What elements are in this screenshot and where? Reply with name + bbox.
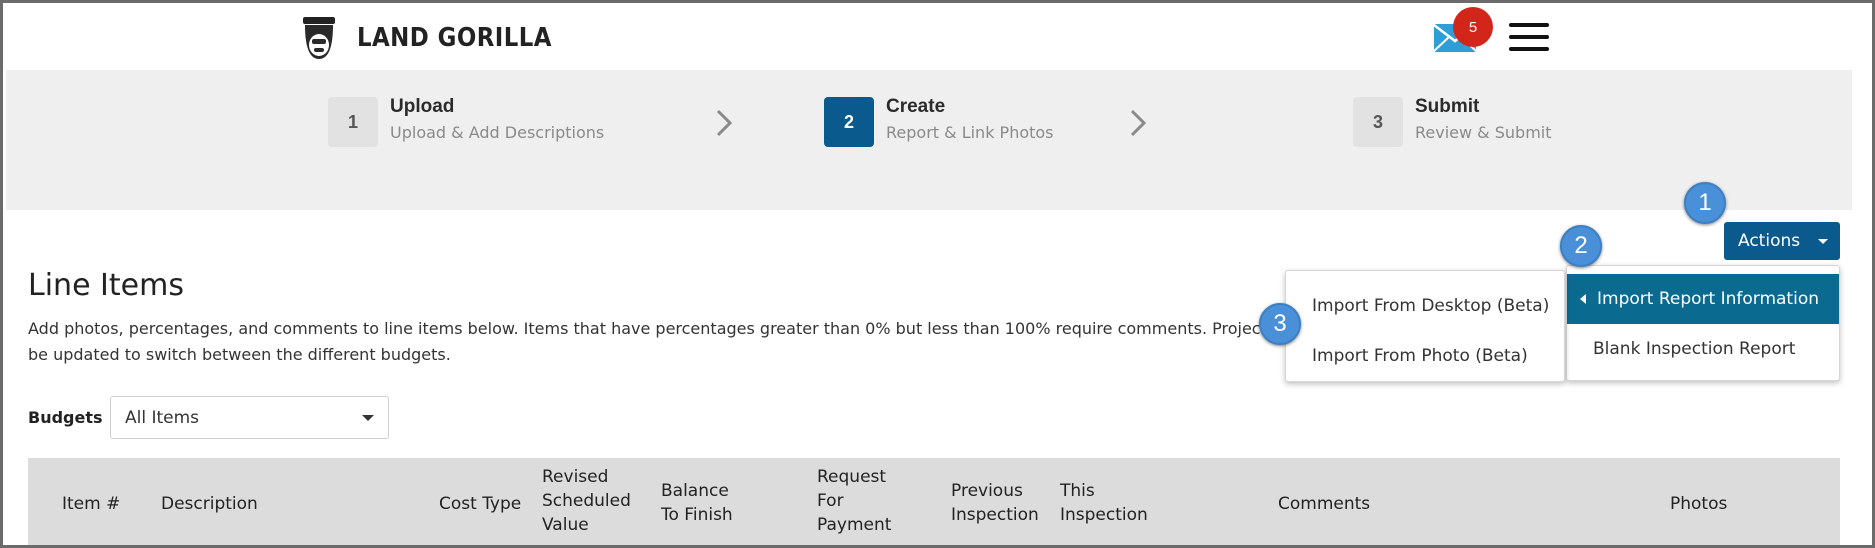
column-header[interactable]: Cost Type <box>439 492 521 516</box>
step-number: 3 <box>1353 97 1403 147</box>
top-bar: LAND GORILLA 5 <box>3 3 1872 70</box>
callout-marker: 1 <box>1684 182 1726 224</box>
app-window: LAND GORILLA 5 1 Upload Upload & Add Des… <box>0 0 1875 548</box>
column-header[interactable]: Description <box>161 492 258 516</box>
column-header[interactable]: This Inspection <box>1060 479 1160 527</box>
step-subtitle: Report & Link Photos <box>886 123 1054 142</box>
step-create[interactable]: 2 Create Report & Link Photos <box>824 94 1054 147</box>
column-header[interactable]: Item # <box>62 492 120 516</box>
progress-stepper: 1 Upload Upload & Add Descriptions 2 Cre… <box>6 70 1852 210</box>
menu-hamburger-icon[interactable] <box>1509 23 1549 51</box>
menu-item-blank-inspection-report[interactable]: Blank Inspection Report <box>1567 324 1839 374</box>
column-header[interactable]: Balance To Finish <box>661 479 751 527</box>
caret-left-icon <box>1580 294 1586 304</box>
step-title: Create <box>886 96 946 117</box>
step-number: 1 <box>328 97 378 147</box>
step-title: Submit <box>1415 96 1480 117</box>
step-upload[interactable]: 1 Upload Upload & Add Descriptions <box>328 94 604 147</box>
column-header[interactable]: Previous Inspection <box>951 479 1051 527</box>
page-description: Add photos, percentages, and comments to… <box>28 316 1298 368</box>
brand-name: LAND GORILLA <box>357 23 552 53</box>
menu-item-label: Blank Inspection Report <box>1593 339 1796 359</box>
menu-item-import-report-information[interactable]: Import Report Information <box>1567 274 1839 324</box>
main-content: Line Items Add photos, percentages, and … <box>6 182 1852 545</box>
step-number: 2 <box>824 97 874 147</box>
actions-button[interactable]: Actions <box>1724 222 1840 260</box>
line-items-table-header: Item # Description Cost Type Revised Sch… <box>28 458 1840 545</box>
page-title: Line Items <box>28 268 184 303</box>
description-line: be updated to switch between the differe… <box>28 345 451 364</box>
budgets-select[interactable]: All Items <box>110 396 389 439</box>
brand-logo[interactable]: LAND GORILLA <box>299 15 578 61</box>
column-header[interactable]: Photos <box>1670 492 1727 516</box>
gorilla-logo-icon <box>303 17 335 59</box>
step-submit[interactable]: 3 Submit Review & Submit <box>1353 94 1552 147</box>
description-line: Add photos, percentages, and comments to… <box>28 319 1298 338</box>
chevron-right-icon <box>1130 109 1147 137</box>
menu-item-import-from-desktop[interactable]: Import From Desktop (Beta) <box>1286 281 1564 331</box>
callout-marker: 3 <box>1259 303 1301 345</box>
chevron-right-icon <box>716 109 733 137</box>
budgets-selected-value: All Items <box>125 407 200 428</box>
mail-count-badge: 5 <box>1453 7 1493 47</box>
menu-item-label: Import From Photo (Beta) <box>1312 346 1528 366</box>
column-header[interactable]: Revised Scheduled Value <box>542 465 642 537</box>
column-header[interactable]: Request For Payment <box>817 465 897 537</box>
column-header[interactable]: Comments <box>1278 492 1370 516</box>
menu-item-import-from-photo[interactable]: Import From Photo (Beta) <box>1286 331 1564 381</box>
step-subtitle: Upload & Add Descriptions <box>390 123 605 142</box>
step-subtitle: Review & Submit <box>1415 123 1552 142</box>
actions-label: Actions <box>1738 231 1801 251</box>
callout-marker: 2 <box>1560 225 1602 267</box>
menu-item-label: Import From Desktop (Beta) <box>1312 296 1550 316</box>
import-submenu: Import From Desktop (Beta) Import From P… <box>1285 270 1565 382</box>
budgets-label: Budgets <box>28 408 103 427</box>
menu-item-label: Import Report Information <box>1597 289 1819 309</box>
step-title: Upload <box>390 96 455 117</box>
caret-down-icon <box>1818 239 1828 244</box>
caret-down-icon <box>362 415 374 421</box>
actions-menu: Import Report Information Blank Inspecti… <box>1566 265 1840 381</box>
